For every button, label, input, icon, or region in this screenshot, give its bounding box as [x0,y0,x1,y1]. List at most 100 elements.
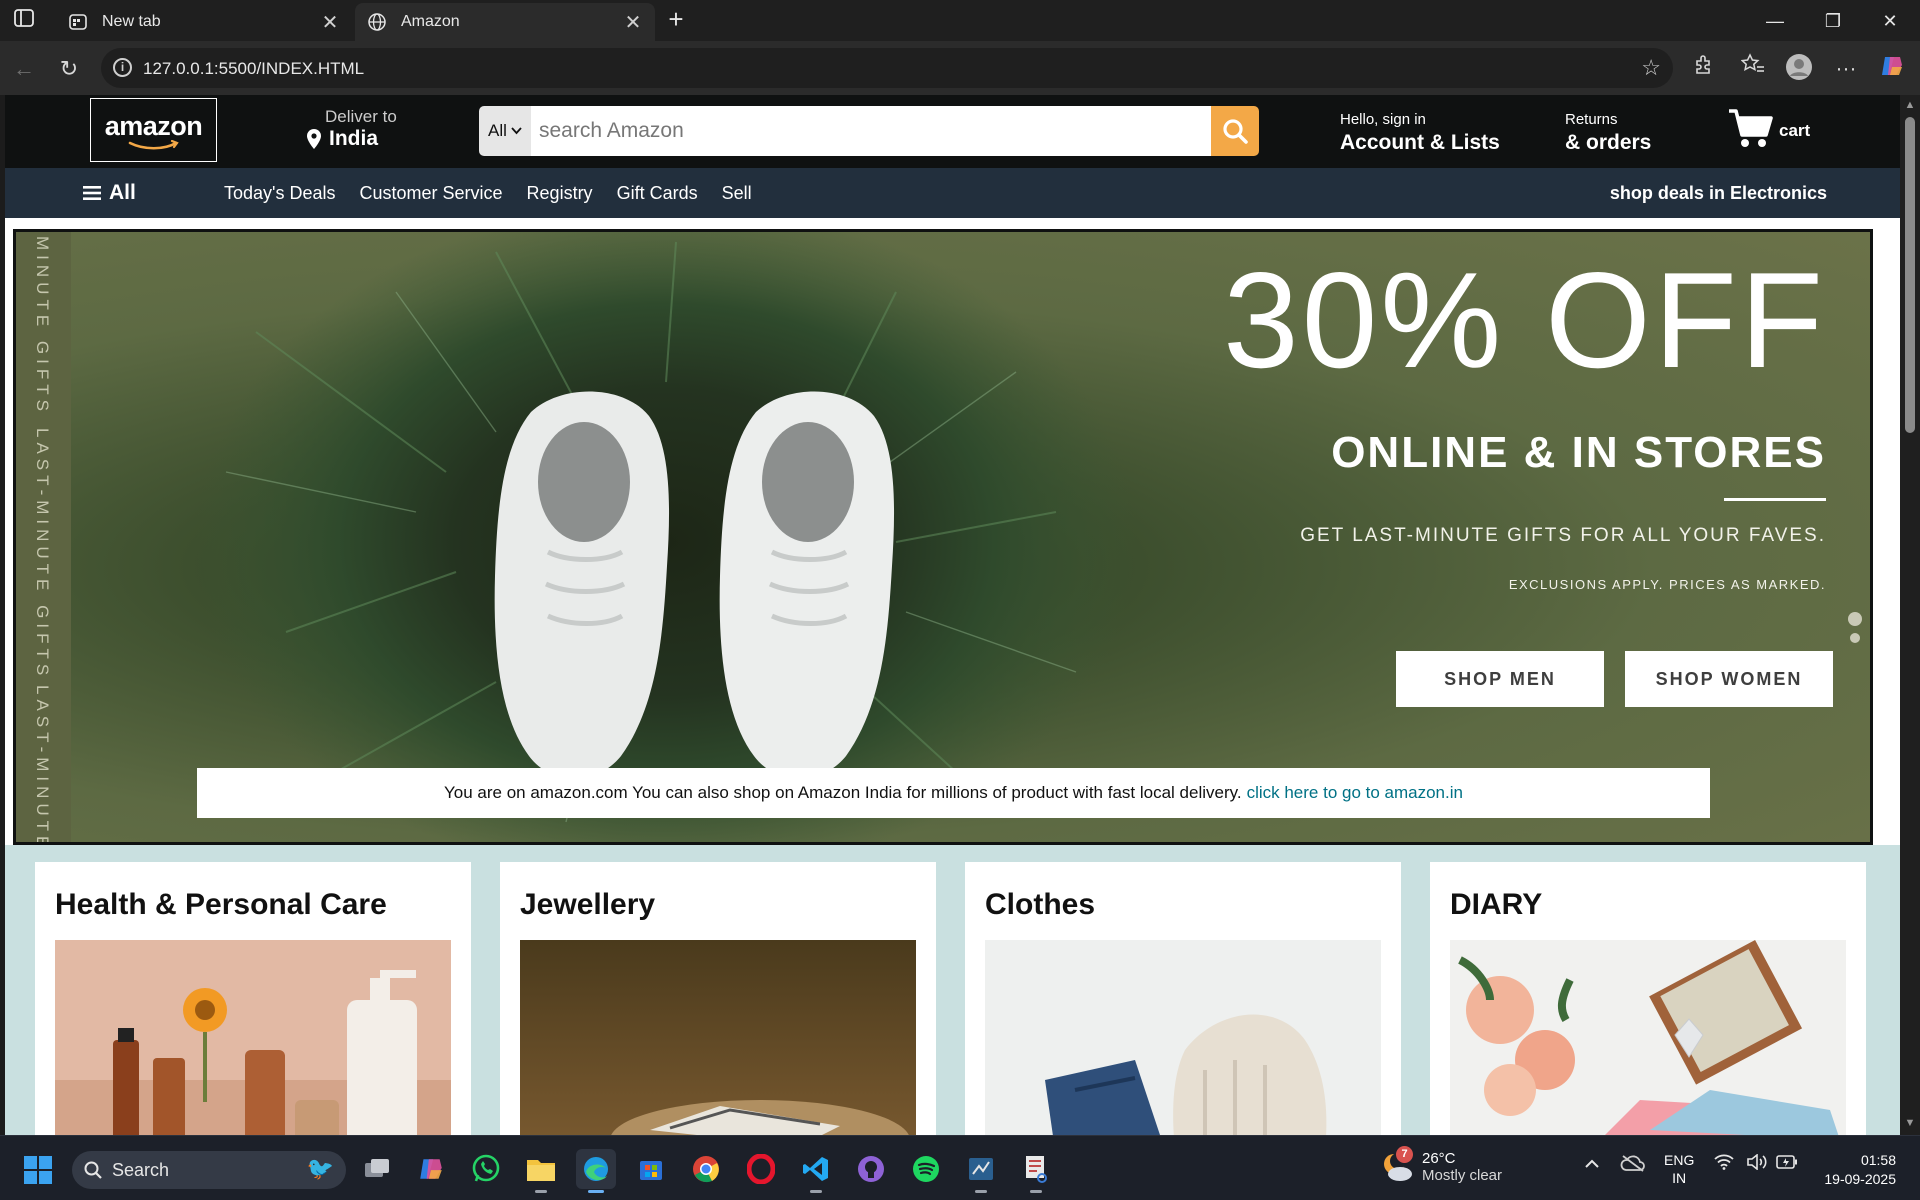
shop-men-button[interactable]: SHOP MEN [1396,651,1604,707]
search-category-select[interactable]: All [479,106,531,156]
battery-icon[interactable] [1776,1154,1798,1174]
scroll-up-icon[interactable]: ▲ [1904,99,1916,111]
returns-orders[interactable]: Returns & orders [1565,111,1651,155]
windows-start-icon[interactable] [24,1156,52,1184]
search-input[interactable] [531,106,1211,156]
clock-time: 01:58 [1860,1152,1896,1168]
github-desktop-icon[interactable] [851,1149,891,1189]
scrollbar-thumb[interactable] [1905,117,1915,433]
edge-browser-icon[interactable] [576,1149,616,1193]
wreath-shoes-image [196,232,1136,842]
language-indicator[interactable]: ENG IN [1664,1151,1694,1187]
language-code: ENG [1664,1152,1695,1168]
restore-icon[interactable]: ❐ [1810,6,1856,36]
amazon-in-link[interactable]: click here to go to amazon.in [1247,783,1463,803]
hamburger-icon [83,186,101,200]
more-menu-icon[interactable]: ··· [1830,53,1862,85]
weather-badge: 7 [1396,1146,1413,1163]
nav-link-todays-deals[interactable]: Today's Deals [224,183,336,204]
spotify-icon[interactable] [906,1149,946,1189]
file-explorer-icon[interactable] [521,1149,561,1193]
extensions-icon[interactable] [1688,53,1720,85]
carousel-dot[interactable] [1850,633,1860,643]
close-tab-icon[interactable]: ✕ [623,10,643,35]
snipping-tool-icon[interactable] [1016,1149,1056,1193]
all-menu-button[interactable]: All [83,181,136,205]
close-tab-icon[interactable]: ✕ [320,10,340,35]
category-card-jewellery[interactable]: Jewellery [500,862,936,1135]
site-info-icon[interactable]: i [113,58,132,77]
taskbar-search[interactable]: Search 🐦 [72,1151,346,1189]
deliver-label: Deliver to [325,107,397,126]
jewellery-image [520,940,916,1135]
category-card-clothes[interactable]: Clothes [965,862,1401,1135]
tab-new-tab[interactable]: New tab ✕ [56,3,352,41]
weather-widget[interactable]: 7 26°C Mostly clear [1380,1146,1502,1184]
volume-icon[interactable] [1746,1153,1768,1175]
favorites-icon[interactable] [1737,53,1769,85]
clock-date: 19-09-2025 [1824,1171,1896,1187]
copilot-icon[interactable] [1876,53,1908,85]
category-card-diary[interactable]: DIARY [1430,862,1866,1135]
account-lists[interactable]: Hello, sign in Account & Lists [1340,111,1500,155]
weather-temp: 26°C [1422,1150,1456,1167]
tab-amazon[interactable]: Amazon ✕ [355,3,655,41]
taskbar-search-label: Search [112,1159,170,1180]
chrome-icon[interactable] [686,1149,726,1189]
category-card-health[interactable]: Health & Personal Care [35,862,471,1135]
nav-promo-electronics[interactable]: shop deals in Electronics [1610,183,1827,204]
tab-title: Amazon [401,13,460,30]
profile-avatar[interactable] [1783,53,1815,85]
reload-icon[interactable]: ↻ [53,53,85,85]
mysql-workbench-icon[interactable] [961,1149,1001,1193]
show-hidden-icons[interactable] [1584,1154,1600,1174]
amazon-subnav: All Today's Deals Customer Service Regis… [5,168,1900,218]
orders-label: & orders [1565,131,1652,154]
page-scrollbar[interactable]: ▲ ▼ [1900,95,1920,1135]
address-bar[interactable]: i 127.0.0.1:5500/INDEX.HTML ☆ [101,48,1673,88]
cart-button[interactable]: cart [1727,107,1810,149]
side-text: MINUTE GIFTS [33,236,52,416]
nav-link-gift-cards[interactable]: Gift Cards [617,183,698,204]
microsoft-store-icon[interactable] [631,1149,671,1189]
nav-link-sell[interactable]: Sell [722,183,752,204]
favorite-star-icon[interactable]: ☆ [1641,55,1661,81]
hero-headline: 30% OFF [1223,244,1826,396]
scroll-down-icon[interactable]: ▼ [1904,1117,1916,1129]
nav-link-customer-service[interactable]: Customer Service [360,183,503,204]
wifi-icon[interactable] [1714,1154,1734,1175]
copilot-app-icon[interactable] [411,1149,451,1189]
search-button[interactable] [1211,106,1259,156]
close-window-icon[interactable]: ✕ [1867,6,1913,36]
onedrive-offline-icon[interactable] [1620,1154,1646,1177]
clock[interactable]: 01:58 19-09-2025 [1824,1151,1896,1189]
minimize-icon[interactable]: — [1752,6,1798,36]
hero-exclusions: EXCLUSIONS APPLY. PRICES AS MARKED. [1508,577,1826,592]
health-products-image [55,940,451,1135]
search-highlight-icon: 🐦 [306,1156,334,1181]
os-taskbar: Search 🐦 7 26°C Mostly clear ENG IN 01:5… [0,1135,1920,1200]
vscode-icon[interactable] [796,1149,836,1193]
nav-link-registry[interactable]: Registry [527,183,593,204]
running-indicator [975,1190,987,1193]
deliver-to[interactable]: Deliver to India [307,107,397,151]
all-menu-label: All [109,181,136,204]
url-text[interactable]: 127.0.0.1:5500/INDEX.HTML [143,59,364,79]
amazon-logo[interactable]: amazon [90,98,217,162]
amazon-header: amazon Deliver to India All Hello, sign … [5,95,1900,168]
whatsapp-icon[interactable] [466,1149,506,1189]
card-title: Health & Personal Care [55,888,387,921]
card-title: Jewellery [520,888,656,921]
hero-banner[interactable]: MINUTE GIFTS LAST-MINUTE GIFTS LAST-MINU… [13,229,1873,845]
back-icon[interactable]: ← [8,53,40,85]
shop-women-button[interactable]: SHOP WOMEN [1625,651,1833,707]
opera-icon[interactable] [741,1149,781,1189]
page-viewport: amazon Deliver to India All Hello, sign … [5,95,1900,1135]
weather-moon-cloud-icon: 7 [1380,1146,1414,1184]
diary-image [1450,940,1846,1135]
logo-text: amazon [104,110,203,141]
new-tab-button[interactable]: + [662,6,690,34]
tab-actions-icon[interactable] [12,9,36,31]
task-view-icon[interactable] [357,1149,397,1189]
carousel-dot-active[interactable] [1848,612,1862,626]
